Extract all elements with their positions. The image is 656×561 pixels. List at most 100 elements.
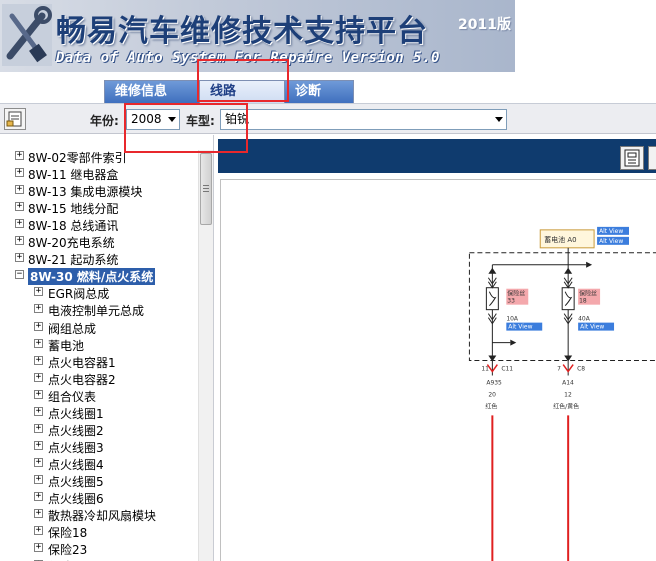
connector-left-id: C11 <box>501 366 513 373</box>
app-window: 畅易汽车维修技术支持平台 2011版 Data of Auto System F… <box>0 0 656 561</box>
expand-icon[interactable]: + <box>15 219 24 229</box>
arrow-right-icon <box>586 261 593 268</box>
expand-icon[interactable]: + <box>34 287 43 297</box>
fuse-right-symbol <box>561 287 575 311</box>
expand-icon[interactable]: + <box>34 457 43 467</box>
expand-icon[interactable]: + <box>34 440 43 450</box>
fuse-left-symbol <box>485 287 499 311</box>
tree-item-label: 8W-21 起动系统 <box>28 253 119 268</box>
alt-view-label: Alt View <box>580 324 604 331</box>
connector-right-pin: 7 <box>557 366 561 373</box>
expand-icon[interactable]: + <box>34 543 43 553</box>
tree-item-label: EGR阀总成 <box>48 287 110 302</box>
tree-item-label: 点火线圈1 <box>48 406 104 421</box>
diagram-toolbar <box>218 139 656 173</box>
tab-repair-info[interactable]: 维修信息 <box>104 80 200 103</box>
expand-icon[interactable]: + <box>34 423 43 433</box>
tree-item-label: 点火线圈2 <box>48 423 104 438</box>
tree-item-label: 保险23 <box>48 543 88 558</box>
wire-right-color: 红色/黄色 <box>553 402 579 410</box>
wire-right-code: A14 <box>562 379 574 386</box>
app-banner: 畅易汽车维修技术支持平台 2011版 Data of Auto System F… <box>0 0 515 72</box>
alt-view-label: Alt View <box>508 324 532 331</box>
wire-left-color: 红色 <box>485 402 497 410</box>
document-tool-button[interactable] <box>4 108 26 130</box>
wiring-diagram: 蓄电池 A0 Alt View Alt View 保险丝 33 10A Alt … <box>220 179 656 561</box>
tree-item-label: 8W-15 地线分配 <box>28 202 119 217</box>
expand-icon[interactable]: + <box>34 355 43 365</box>
tree-item-label: 8W-02零部件索引 <box>28 151 127 165</box>
collapse-icon[interactable]: − <box>15 270 24 280</box>
wire-right-gauge: 12 <box>564 391 572 398</box>
tab-bar: 维修信息 线路 诊断 <box>0 72 656 104</box>
tree-item-label: 保险18 <box>48 526 88 541</box>
expand-icon[interactable]: + <box>34 509 43 519</box>
grip-line <box>203 188 209 189</box>
tree-item-label: 点火线圈5 <box>48 474 104 489</box>
tree-item-label: 阀组总成 <box>48 321 97 336</box>
app-subtitle: Data of Auto System For Repaire Version … <box>56 50 440 66</box>
arrow-right-icon <box>510 339 517 346</box>
expand-icon[interactable]: + <box>15 253 24 263</box>
expand-icon[interactable]: + <box>34 304 43 314</box>
fuse-right-number: 18 <box>579 298 587 305</box>
grip-line <box>203 185 209 186</box>
year-label: 年份: <box>90 114 119 128</box>
tree-item-label: 蓄电池 <box>48 338 85 353</box>
diagram-panel: 蓄电池 A0 Alt View Alt View 保险丝 33 10A Alt … <box>218 135 656 561</box>
model-select[interactable]: 铂锐 <box>220 109 507 130</box>
model-label: 车型: <box>186 114 215 128</box>
grip-line <box>203 191 209 192</box>
filter-toolbar: 年份: 2008 车型: 铂锐 <box>0 104 656 134</box>
tree-scrollbar[interactable] <box>198 150 213 561</box>
wire-left-gauge: 20 <box>488 391 496 398</box>
battery-label: 蓄电池 A0 <box>544 235 576 244</box>
expand-icon[interactable]: + <box>34 492 43 501</box>
year-value: 2008 <box>131 112 162 126</box>
tree-item-label: 8W-30 燃料/点火系统 <box>28 268 156 286</box>
expand-icon[interactable]: + <box>34 474 43 484</box>
expand-icon[interactable]: + <box>34 372 43 382</box>
wrench-screwdriver-logo-icon <box>2 4 52 66</box>
expand-icon[interactable]: + <box>34 526 43 536</box>
tree-item-label: 散热器冷却风扇模块 <box>48 509 157 524</box>
expand-icon[interactable]: + <box>15 236 24 246</box>
tab-wiring[interactable]: 线路 <box>199 80 285 103</box>
tree-item-label: 组合仪表 <box>48 389 97 404</box>
tree-item-label: 8W-20充电系统 <box>28 236 115 251</box>
expand-icon[interactable]: + <box>34 406 43 416</box>
arrow-up-icon <box>488 267 497 274</box>
expand-icon[interactable]: + <box>34 389 43 399</box>
expand-icon[interactable]: + <box>15 168 24 178</box>
tree-item-label: 电液控制单元总成 <box>48 304 145 319</box>
year-select[interactable]: 2008 <box>126 109 180 130</box>
app-version: 2011版 <box>458 17 511 33</box>
alt-view-label: Alt View <box>599 228 623 235</box>
banner-blank-area <box>515 0 656 72</box>
chevron-down-icon <box>495 117 503 122</box>
expand-icon[interactable]: + <box>34 338 43 348</box>
print-button[interactable] <box>620 146 644 170</box>
chevron-down-icon <box>168 117 176 122</box>
fuse-left-amp: 10A <box>506 316 519 323</box>
component-tree: +8W-02零部件索引 +8W-11 继电器盒 +8W-13 集成电源模块 +8W-1… <box>0 135 198 561</box>
tab-diagnosis[interactable]: 诊断 <box>284 80 354 103</box>
arrow-up-icon <box>564 267 573 274</box>
tree-item-label: 点火线圈4 <box>48 457 104 472</box>
expand-icon[interactable]: + <box>15 202 24 212</box>
tree-item-label: 点火线圈3 <box>48 440 104 455</box>
expand-icon[interactable]: + <box>15 185 24 195</box>
component-tree-panel: +8W-02零部件索引 +8W-11 继电器盒 +8W-13 集成电源模块 +8W-1… <box>0 135 214 561</box>
expand-icon[interactable]: + <box>34 321 43 331</box>
expand-icon[interactable]: + <box>15 151 24 160</box>
toolbar-button-partial[interactable] <box>648 146 656 170</box>
tree-item-label: 8W-11 继电器盒 <box>28 168 119 183</box>
tree-item-label: 8W-18 总线通讯 <box>28 219 119 234</box>
tree-item-label: 点火线圈6 <box>48 492 104 506</box>
scrollbar-thumb[interactable] <box>200 153 212 225</box>
tree-item-label: 8W-13 集成电源模块 <box>28 185 143 200</box>
fuse-left-label: 保险丝 <box>507 290 525 298</box>
connector-right-id: C8 <box>577 366 585 373</box>
tree-item-label: 点火电容器2 <box>48 372 116 387</box>
fuse-right-label: 保险丝 <box>579 290 597 298</box>
